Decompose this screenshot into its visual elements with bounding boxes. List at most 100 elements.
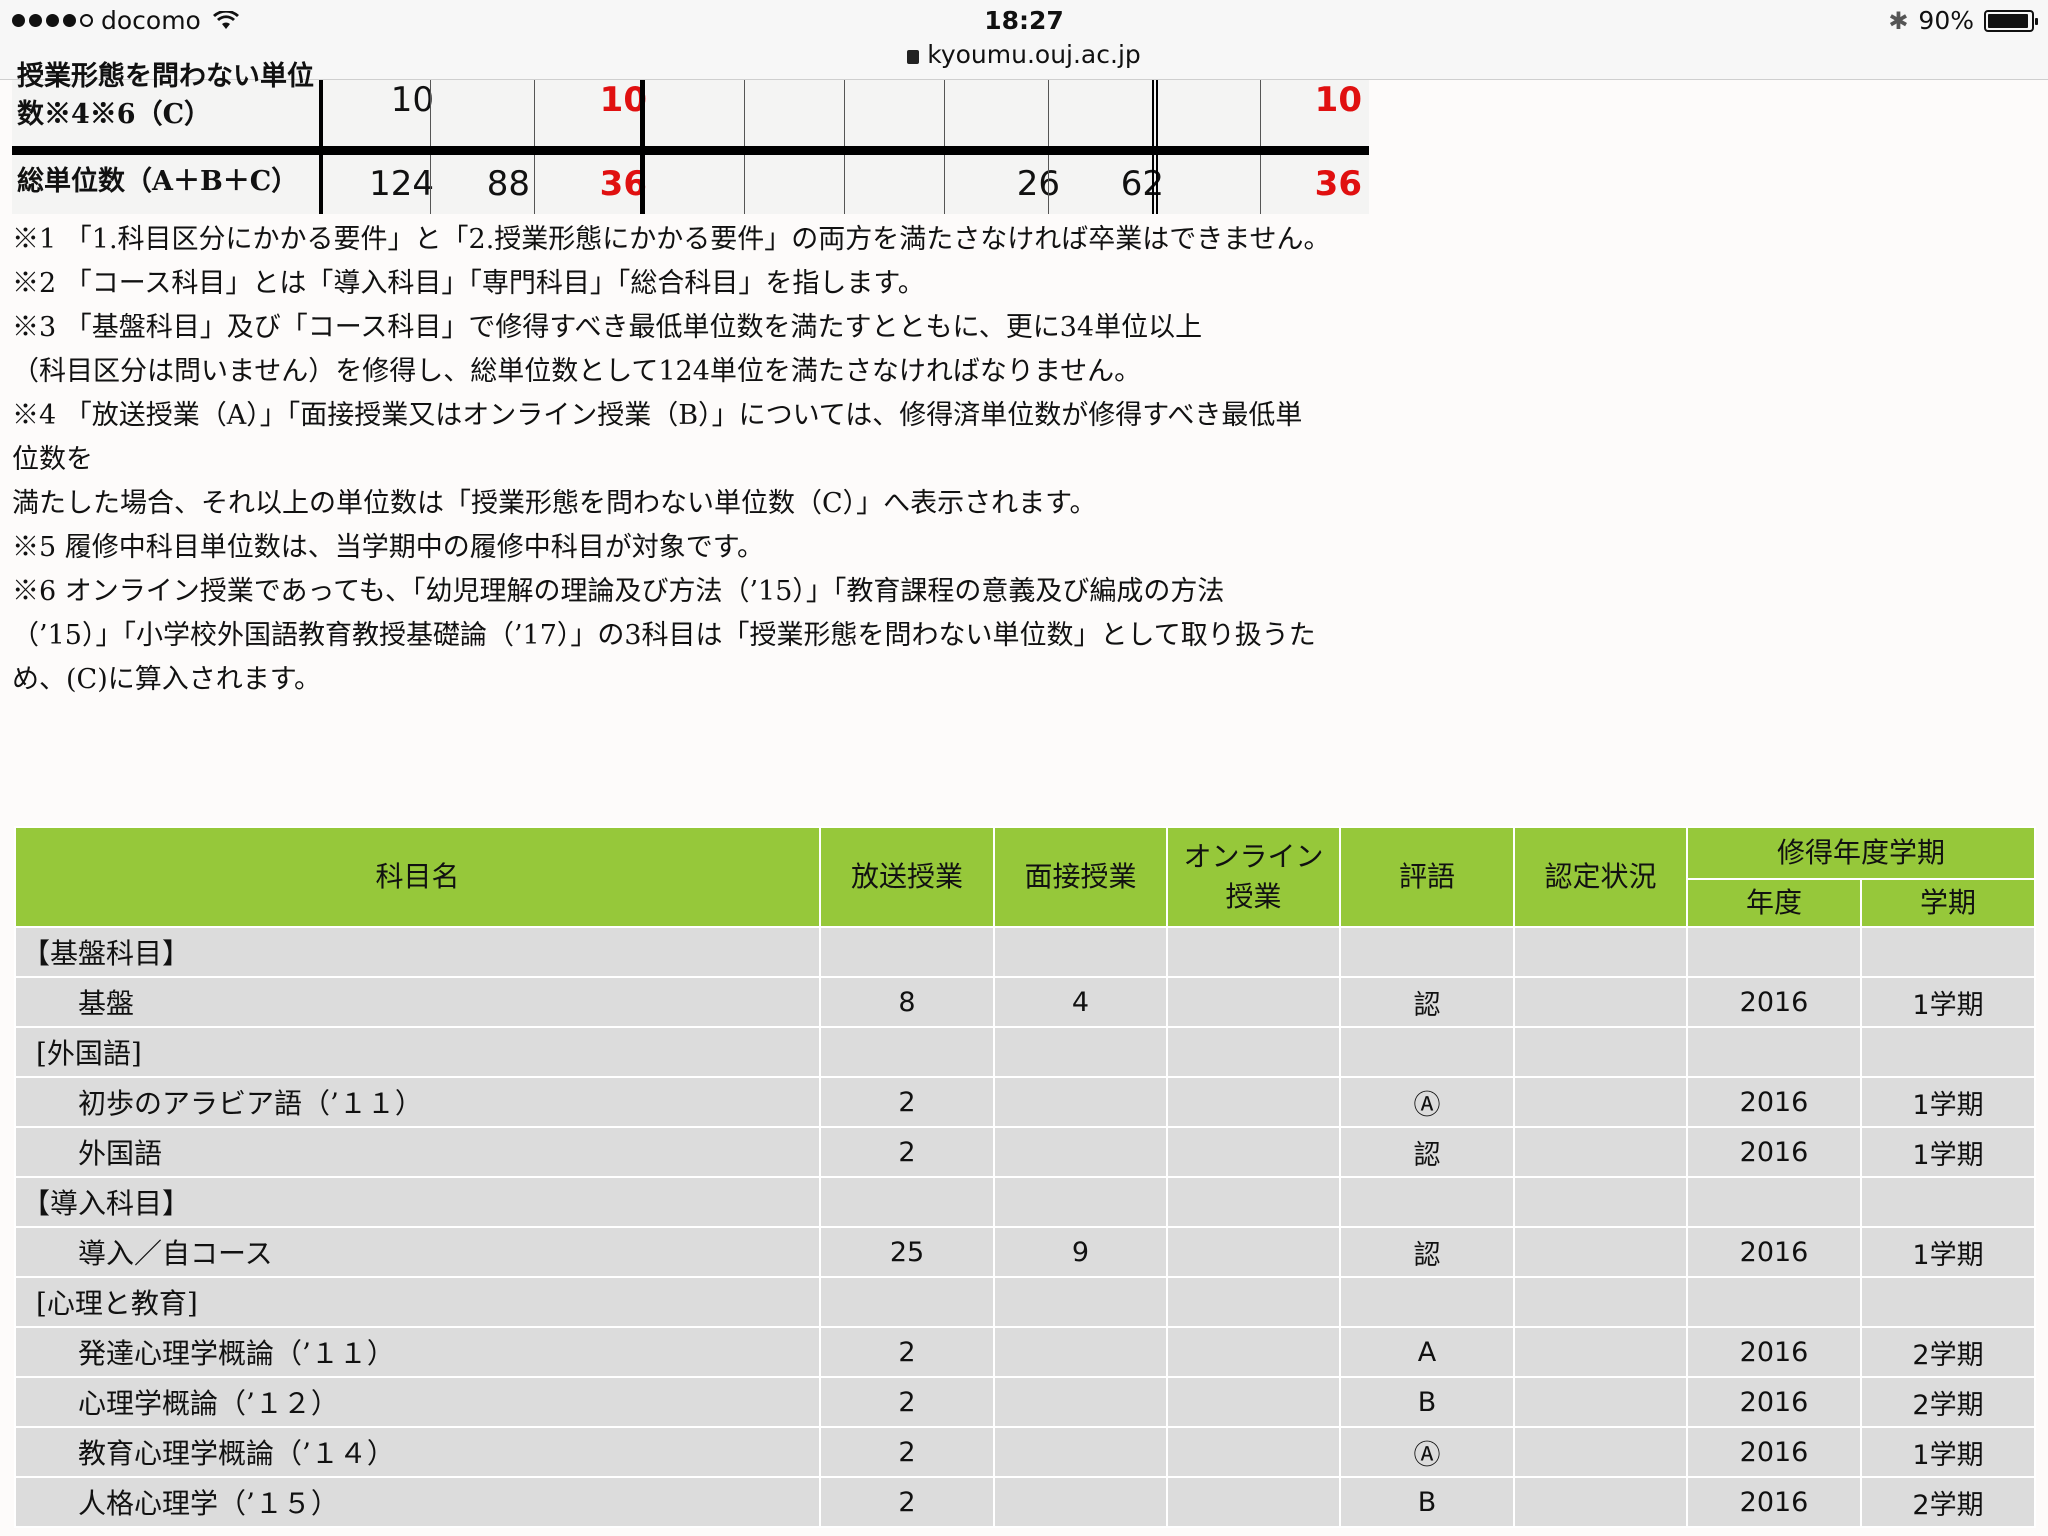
col-divider bbox=[640, 155, 645, 214]
cell-interview bbox=[993, 1126, 1168, 1178]
cell-term: 1学期 bbox=[1859, 976, 2037, 1028]
lock-icon bbox=[907, 50, 920, 64]
cell-grade: Ⓐ bbox=[1339, 1076, 1515, 1128]
col-divider bbox=[844, 155, 845, 214]
url-text: kyoumu.ouj.ac.jp bbox=[927, 40, 1141, 69]
cell-online bbox=[1166, 926, 1341, 978]
cell-broadcast: 2 bbox=[819, 1126, 995, 1178]
cell-cert bbox=[1513, 1026, 1688, 1078]
cell-broadcast bbox=[819, 1176, 995, 1228]
col-divider bbox=[1048, 155, 1049, 214]
header-broadcast: 放送授業 bbox=[819, 826, 995, 928]
cell-cert bbox=[1513, 1426, 1688, 1478]
cell-grade bbox=[1339, 926, 1515, 978]
col-divider bbox=[534, 80, 535, 146]
total-label: 総単位数（A＋B＋C） bbox=[17, 166, 299, 197]
note-line: ※6 オンライン授業であっても、「幼児理解の理論及び方法（’15）」「教育課程の… bbox=[12, 576, 1225, 607]
row-separator bbox=[12, 146, 1369, 155]
cell-interview bbox=[993, 1426, 1168, 1478]
cell-cert bbox=[1513, 1276, 1688, 1328]
header-online: オンライン 授業 bbox=[1166, 826, 1341, 928]
footnotes: ※1 「1.科目区分にかかる要件」と「2.授業形態にかかる要件」の両方を満たさな… bbox=[12, 218, 1382, 702]
cell-cert bbox=[1513, 1376, 1688, 1428]
cell-interview bbox=[993, 1326, 1168, 1378]
cell-grade: A bbox=[1339, 1326, 1515, 1378]
table-row: 【導入科目】 bbox=[14, 1176, 2037, 1228]
table-row: 導入／自コース 25 9 認 2016 1学期 bbox=[14, 1226, 2037, 1278]
cell-online bbox=[1166, 1026, 1341, 1078]
cell-year: 2016 bbox=[1686, 1426, 1862, 1478]
header-term-group: 修得年度学期 bbox=[1685, 826, 2037, 880]
cell-cert bbox=[1513, 976, 1688, 1028]
cell-online bbox=[1166, 1176, 1341, 1228]
cell-term: 2学期 bbox=[1859, 1376, 2037, 1428]
subject-name: 【基盤科目】 bbox=[14, 926, 821, 978]
cell-cert bbox=[1513, 926, 1688, 978]
cell-cert bbox=[1513, 1126, 1688, 1178]
cell-term bbox=[1859, 926, 2037, 978]
cell-year: 2016 bbox=[1686, 1376, 1862, 1428]
subject-name: 教育心理学概論（’１４） bbox=[14, 1426, 821, 1478]
cell-term bbox=[1859, 1276, 2037, 1328]
note-line: ※3 「基盤科目」及び「コース科目」で修得すべき最低単位数を満たすとともに、更に… bbox=[12, 312, 1203, 343]
total-value-8: 62 bbox=[1120, 164, 1164, 204]
cell-online bbox=[1166, 1076, 1341, 1128]
cell-grade bbox=[1339, 1276, 1515, 1328]
subject-name: 人格心理学（’１５） bbox=[14, 1476, 821, 1528]
cell-term: 1学期 bbox=[1859, 1076, 2037, 1128]
table-row: 外国語 2 認 2016 1学期 bbox=[14, 1126, 2037, 1178]
col-divider bbox=[1152, 155, 1158, 214]
subject-name: 導入／自コース bbox=[14, 1226, 821, 1278]
cell-grade: B bbox=[1339, 1376, 1515, 1428]
cell-interview bbox=[993, 1026, 1168, 1078]
cell-term: 1学期 bbox=[1859, 1126, 2037, 1178]
cell-term bbox=[1859, 1176, 2037, 1228]
cell-broadcast: 2 bbox=[819, 1326, 995, 1378]
note-line: ※5 履修中科目単位数は、当学期中の履修中科目が対象です。 bbox=[12, 532, 765, 563]
cell-cert bbox=[1513, 1226, 1688, 1278]
col-divider bbox=[430, 80, 431, 146]
table-row: 心理学概論（’１２） 2 B 2016 2学期 bbox=[14, 1376, 2037, 1428]
cell-broadcast: 2 bbox=[819, 1426, 995, 1478]
cell-interview bbox=[993, 1176, 1168, 1228]
cell-broadcast bbox=[819, 926, 995, 978]
cell-interview bbox=[993, 1476, 1168, 1528]
credit-summary-table: 授業形態を問わない単位 数※4※6（C） 10 10 10 総単位数（A＋B＋C… bbox=[12, 61, 1369, 214]
col-divider bbox=[1048, 80, 1049, 146]
table-row: [外国語] bbox=[14, 1026, 2037, 1078]
subject-name: 基盤 bbox=[14, 976, 821, 1028]
subject-name: [外国語] bbox=[14, 1026, 821, 1078]
cell-online bbox=[1166, 1226, 1341, 1278]
status-right: ✱ 90% bbox=[1888, 6, 2038, 35]
cell-online bbox=[1166, 1426, 1341, 1478]
cell-term: 1学期 bbox=[1859, 1226, 2037, 1278]
table-row: 初歩のアラビア語（’１１） 2 Ⓐ 2016 1学期 bbox=[14, 1076, 2037, 1128]
cell-year bbox=[1686, 1026, 1862, 1078]
cell-year bbox=[1686, 1276, 1862, 1328]
status-time: 18:27 bbox=[984, 6, 1064, 35]
cell-year: 2016 bbox=[1686, 1476, 1862, 1528]
note-line: ※1 「1.科目区分にかかる要件」と「2.授業形態にかかる要件」の両方を満たさな… bbox=[12, 224, 1331, 255]
battery-percent: 90% bbox=[1918, 6, 1974, 35]
table-row: 基盤 8 4 認 2016 1学期 bbox=[14, 976, 2037, 1028]
col-divider bbox=[944, 155, 945, 214]
note-line: 位数を bbox=[12, 444, 93, 475]
col-divider bbox=[640, 80, 645, 146]
table-row: 発達心理学概論（’１１） 2 A 2016 2学期 bbox=[14, 1326, 2037, 1378]
cell-year: 2016 bbox=[1686, 1226, 1862, 1278]
cell-year bbox=[1686, 926, 1862, 978]
cell-year: 2016 bbox=[1686, 976, 1862, 1028]
cell-interview: 9 bbox=[993, 1226, 1168, 1278]
cell-grade: Ⓐ bbox=[1339, 1426, 1515, 1478]
cell-interview bbox=[993, 1076, 1168, 1128]
subject-name: 外国語 bbox=[14, 1126, 821, 1178]
total-value-1: 124 bbox=[369, 164, 434, 204]
row-c-value-1: 10 bbox=[390, 80, 434, 120]
total-value-3: 36 bbox=[599, 164, 647, 204]
cell-broadcast: 2 bbox=[819, 1376, 995, 1428]
note-line: ※2 「コース科目」とは「導入科目」「専門科目」「総合科目」を指します。 bbox=[12, 268, 925, 299]
cell-broadcast bbox=[819, 1026, 995, 1078]
cell-online bbox=[1166, 1126, 1341, 1178]
cell-online bbox=[1166, 1326, 1341, 1378]
subject-name: 発達心理学概論（’１１） bbox=[14, 1326, 821, 1378]
